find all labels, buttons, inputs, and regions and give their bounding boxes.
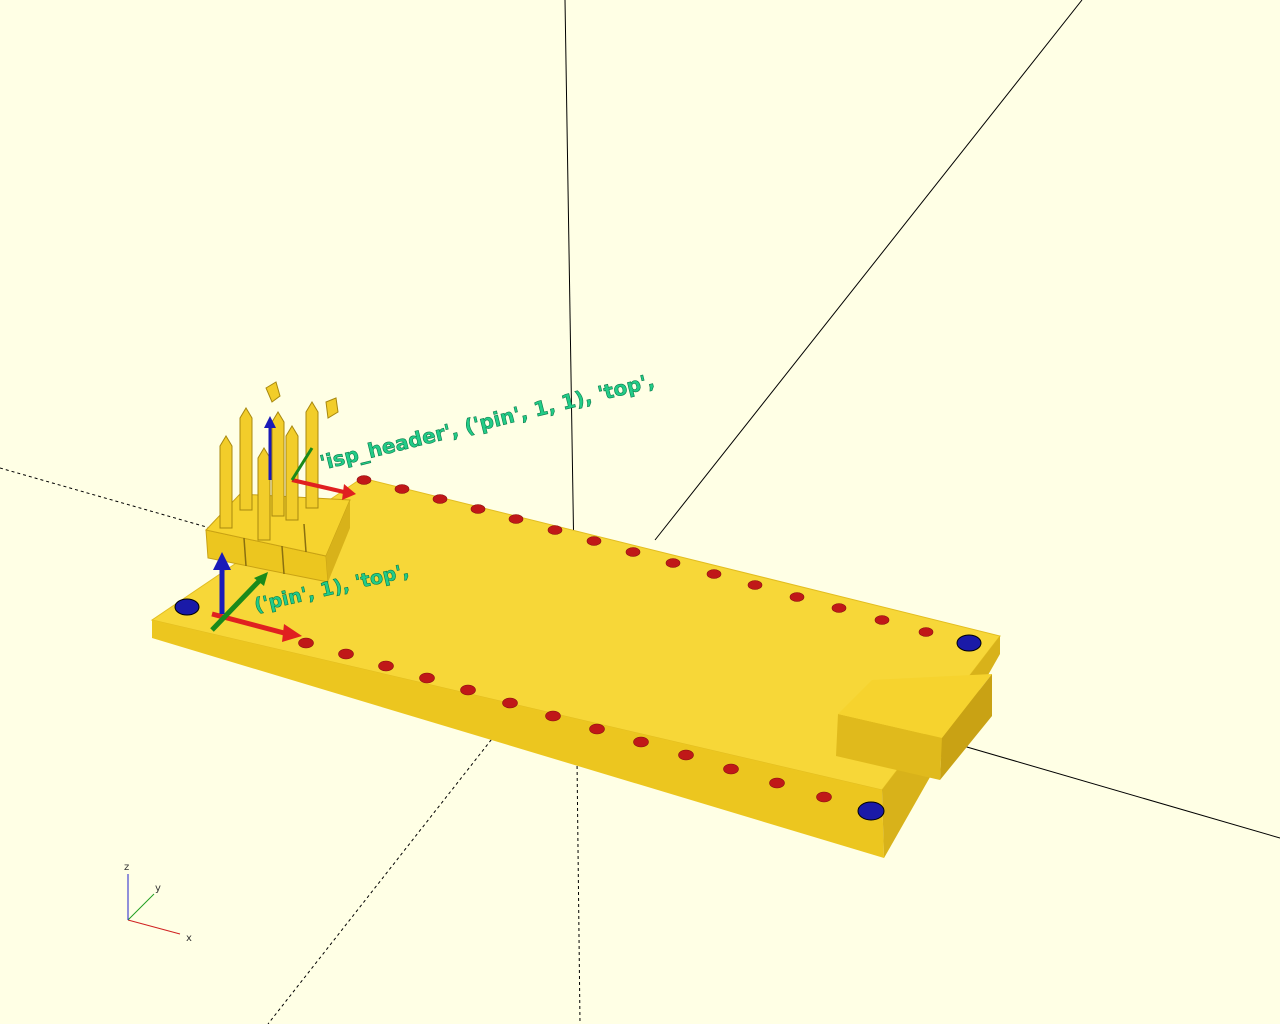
indicator-z-label: z <box>124 862 129 873</box>
header-pin-fragment <box>265 381 281 403</box>
pin-hole <box>831 603 847 613</box>
pin-hole <box>338 648 354 660</box>
indicator-y-axis <box>127 893 155 921</box>
axis-x-positive <box>959 744 1280 839</box>
axis-indicator: x y z <box>124 862 192 944</box>
axis-x-negative <box>0 467 211 529</box>
header-pin <box>257 447 271 541</box>
3d-viewport[interactable]: 'isp_header', ('pin', 1, 1), 'top', ('pi… <box>0 0 1280 1024</box>
mount-hole <box>956 634 982 652</box>
pin-hole <box>378 660 394 672</box>
indicator-x-axis <box>127 919 181 935</box>
pin-hole <box>678 749 694 761</box>
pin-hole <box>394 484 410 494</box>
pin-hole <box>298 637 314 649</box>
pin-hole <box>769 777 785 789</box>
axis-y-positive <box>654 0 1083 541</box>
pin-hole <box>816 791 832 803</box>
pin-hole <box>502 697 518 709</box>
pin-hole <box>460 684 476 696</box>
indicator-x-label: x <box>186 933 192 944</box>
axis-z-negative <box>576 759 581 1024</box>
pin-hole <box>747 580 763 590</box>
pin-hole <box>589 723 605 735</box>
pin-hole <box>874 615 890 625</box>
header-pin <box>219 435 233 529</box>
pin-hole <box>625 547 641 557</box>
axis-y-negative <box>267 734 496 1024</box>
isp-header <box>205 381 351 583</box>
pin-hole <box>918 627 934 637</box>
pin-hole <box>706 569 722 579</box>
mount-hole <box>857 801 885 821</box>
pin-hole <box>547 525 563 535</box>
pin-hole <box>586 536 602 546</box>
pin-hole <box>508 514 524 524</box>
pin-hole <box>545 710 561 722</box>
pin-hole <box>723 763 739 775</box>
pin-hole <box>419 672 435 684</box>
header-anchor-label: 'isp_header', ('pin', 1, 1), 'top', <box>317 368 656 474</box>
pin-hole <box>633 736 649 748</box>
indicator-y-label: y <box>155 883 161 894</box>
pin-hole <box>789 592 805 602</box>
pin-hole <box>665 558 681 568</box>
pin-hole <box>470 504 486 514</box>
mount-hole <box>174 598 200 616</box>
pin-hole <box>356 475 372 485</box>
scene-axes <box>0 0 1280 1024</box>
header-pin <box>239 407 253 511</box>
pin-hole <box>432 494 448 504</box>
header-pin-fragment <box>325 397 339 419</box>
